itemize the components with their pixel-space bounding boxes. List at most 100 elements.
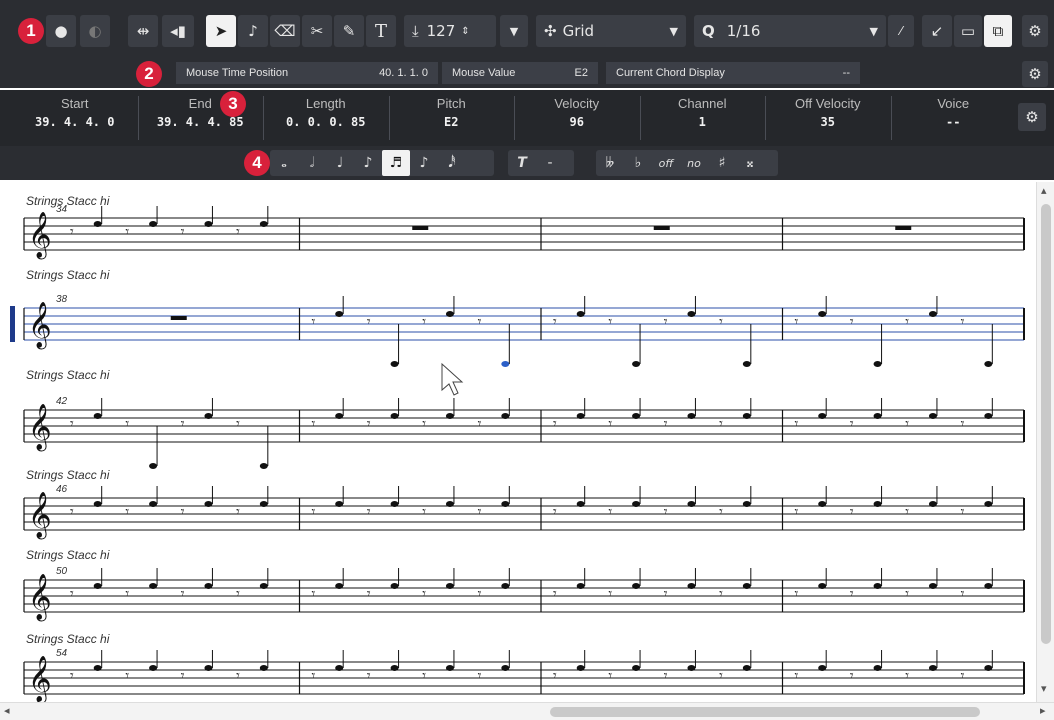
insert-note-tool[interactable]: ♪ xyxy=(238,15,268,47)
note-head[interactable] xyxy=(149,221,158,227)
note-head[interactable] xyxy=(742,583,751,589)
info-column-value[interactable]: E2 xyxy=(389,115,515,129)
note-head[interactable] xyxy=(445,665,454,671)
status-settings-button[interactable]: ⚙ xyxy=(1022,61,1048,87)
quantize-preset-button[interactable]: ⁄ xyxy=(888,15,914,47)
note-head[interactable] xyxy=(928,501,937,507)
info-column-voice[interactable]: Voice -- xyxy=(891,94,1017,142)
note-head[interactable] xyxy=(687,665,696,671)
info-column-value[interactable]: 1 xyxy=(640,115,766,129)
vertical-scrollbar[interactable]: ▴ ▾ xyxy=(1036,182,1054,702)
scroll-up-icon[interactable]: ▴ xyxy=(1041,184,1047,197)
info-column-value[interactable]: 96 xyxy=(514,115,640,129)
quantize-select[interactable]: Q 1/16 ▼ xyxy=(694,15,886,47)
staff-system[interactable]: 𝄞 𝄾 𝄾 𝄾 𝄾 𝄾 𝄾 𝄾 𝄾 𝄾 𝄾 𝄾 𝄾 𝄾 𝄾 𝄾 𝄾 xyxy=(23,486,1025,540)
note-head[interactable] xyxy=(818,311,827,317)
note-head[interactable] xyxy=(501,583,510,589)
note-head[interactable] xyxy=(687,413,696,419)
note-head[interactable] xyxy=(928,311,937,317)
note-head[interactable] xyxy=(149,583,158,589)
info-column-value[interactable]: 0. 0. 0. 85 xyxy=(263,115,389,129)
record-button[interactable]: ● xyxy=(46,15,76,47)
half-note-button[interactable]: 𝅗𝅥 xyxy=(298,150,326,176)
note-head[interactable] xyxy=(501,501,510,507)
note-head[interactable] xyxy=(984,583,993,589)
note-head[interactable] xyxy=(204,221,213,227)
staff-system[interactable]: 𝄞 𝄾 𝄾 𝄾 𝄾 𝄾 𝄾 𝄾 𝄾 𝄾 𝄾 𝄾 𝄾 𝄾 𝄾 𝄾 𝄾 xyxy=(23,650,1025,702)
note-head[interactable] xyxy=(204,665,213,671)
note-head[interactable] xyxy=(335,583,344,589)
eighth-note-button[interactable]: ♪ xyxy=(354,150,382,176)
split-view-button[interactable]: ⇹ xyxy=(128,15,158,47)
note-head[interactable] xyxy=(873,501,882,507)
note-head[interactable] xyxy=(576,413,585,419)
info-column-pitch[interactable]: Pitch E2 xyxy=(389,94,515,142)
note-head[interactable] xyxy=(93,665,102,671)
note-head[interactable] xyxy=(576,665,585,671)
note-head[interactable] xyxy=(742,361,751,367)
scroll-left-icon[interactable]: ◂ xyxy=(4,704,10,717)
note-head[interactable] xyxy=(259,221,268,227)
double-flat-button[interactable]: 𝄫 xyxy=(596,150,624,176)
toolbar-settings-button[interactable]: ⚙ xyxy=(1022,15,1048,47)
note-head[interactable] xyxy=(93,583,102,589)
note-head[interactable] xyxy=(259,501,268,507)
note-head[interactable] xyxy=(335,413,344,419)
note-head[interactable] xyxy=(687,583,696,589)
left-zone-button[interactable]: ▭ xyxy=(954,15,982,47)
note-head[interactable] xyxy=(501,665,510,671)
scroll-right-icon[interactable]: ▸ xyxy=(1040,704,1046,717)
info-column-end[interactable]: End 39. 4. 4. 85 xyxy=(138,94,264,142)
text-symbol-menu[interactable]: - xyxy=(536,150,564,176)
staff-system[interactable]: 𝄞 𝄾 𝄾 𝄾 𝄾 𝄾 𝄾 𝄾 𝄾 𝄾 𝄾 𝄾 𝄾 𝄾 𝄾 𝄾 𝄾 xyxy=(23,568,1025,622)
note-head[interactable] xyxy=(818,665,827,671)
velocity-dropdown[interactable]: ▼ xyxy=(500,15,528,47)
note-head[interactable] xyxy=(873,583,882,589)
note-head[interactable] xyxy=(390,665,399,671)
sixtyfourth-note-button[interactable]: 𝅘𝅥𝅰 xyxy=(438,150,466,176)
enharmonic-off-button[interactable]: off xyxy=(652,150,680,176)
note-head[interactable] xyxy=(335,311,344,317)
note-head[interactable] xyxy=(984,501,993,507)
note-head[interactable] xyxy=(928,413,937,419)
text-tool[interactable]: T xyxy=(366,15,396,47)
note-head[interactable] xyxy=(149,463,158,469)
note-head[interactable] xyxy=(873,665,882,671)
note-head[interactable] xyxy=(204,583,213,589)
note-head[interactable] xyxy=(259,463,268,469)
horizontal-scroll-thumb[interactable] xyxy=(550,707,980,717)
note-head[interactable] xyxy=(687,501,696,507)
quarter-note-button[interactable]: ♩ xyxy=(326,150,354,176)
note-head[interactable] xyxy=(818,583,827,589)
whole-note-button[interactable]: 𝅝 xyxy=(270,150,298,176)
enharmonic-no-button[interactable]: no xyxy=(680,150,708,176)
split-tool[interactable]: ✂ xyxy=(302,15,332,47)
note-head[interactable] xyxy=(501,361,510,367)
staff-system[interactable]: 𝄞 𝄾 𝄾 𝄾 𝄾 𝄾 𝄾 𝄾 𝄾 𝄾 𝄾 𝄾 𝄾 𝄾 𝄾 𝄾 𝄾 xyxy=(23,398,1025,469)
note-head[interactable] xyxy=(259,665,268,671)
flat-button[interactable]: ♭ xyxy=(624,150,652,176)
thirtysecond-note-button[interactable]: ♪ xyxy=(410,150,438,176)
window-layout-button[interactable]: ⧉ xyxy=(984,15,1012,47)
info-column-value[interactable]: 39. 4. 4. 0 xyxy=(12,115,138,129)
note-head[interactable] xyxy=(204,413,213,419)
note-head[interactable] xyxy=(576,583,585,589)
note-head[interactable] xyxy=(984,665,993,671)
glue-tool[interactable]: ✎ xyxy=(334,15,364,47)
note-head[interactable] xyxy=(93,413,102,419)
erase-tool[interactable]: ⌫ xyxy=(270,15,300,47)
staff-system[interactable]: 𝄞 𝄾 𝄾 𝄾 𝄾 𝄾 𝄾 𝄾 𝄾 𝄾 𝄾 𝄾 𝄾 xyxy=(10,296,1025,367)
note-head[interactable] xyxy=(335,501,344,507)
note-head[interactable] xyxy=(149,501,158,507)
note-head[interactable] xyxy=(390,413,399,419)
note-head[interactable] xyxy=(928,665,937,671)
info-column-value[interactable]: 35 xyxy=(765,115,891,129)
scroll-down-icon[interactable]: ▾ xyxy=(1041,682,1047,695)
stepper-icon[interactable]: ⇕ xyxy=(461,26,469,37)
note-head[interactable] xyxy=(873,361,882,367)
text-symbol-button[interactable]: T xyxy=(508,150,536,176)
note-head[interactable] xyxy=(928,583,937,589)
score-canvas[interactable]: 𝄞 𝄾 𝄾 𝄾 𝄾 𝄞 𝄾 𝄾 𝄾 𝄾 𝄾 𝄾 𝄾 𝄾 𝄾 𝄾 𝄾 𝄾 𝄞 𝄾 𝄾 𝄾 𝄾 𝄾 𝄾 𝄾 𝄾 𝄾 𝄾 𝄾 𝄾 𝄾 𝄾 𝄾 𝄾 𝄞 𝄾 𝄾 𝄾 𝄾… xyxy=(0,182,1036,702)
note-head[interactable] xyxy=(818,413,827,419)
note-head[interactable] xyxy=(390,583,399,589)
